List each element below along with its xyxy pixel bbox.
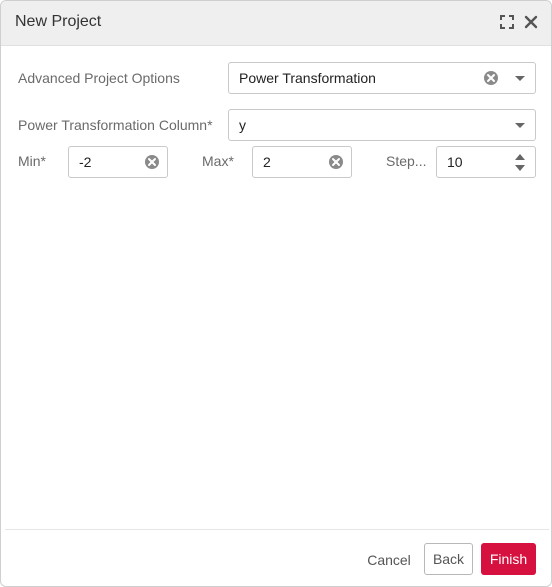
dialog-titlebar: New Project bbox=[1, 1, 551, 46]
advanced-options-value: Power Transformation bbox=[239, 70, 376, 86]
max-label: Max* bbox=[202, 153, 234, 169]
clear-icon[interactable] bbox=[144, 154, 160, 170]
min-value: -2 bbox=[79, 154, 92, 170]
step-label: Step... bbox=[386, 153, 427, 169]
finish-button[interactable]: Finish bbox=[481, 543, 536, 575]
step-input[interactable]: 10 bbox=[436, 146, 536, 178]
column-label: Power Transformation Column* bbox=[18, 117, 213, 133]
step-value: 10 bbox=[447, 154, 463, 170]
back-button[interactable]: Back bbox=[424, 543, 473, 575]
expand-icon[interactable] bbox=[499, 14, 515, 30]
cancel-button[interactable]: Cancel bbox=[359, 544, 419, 576]
max-input[interactable]: 2 bbox=[252, 146, 352, 178]
close-icon[interactable] bbox=[523, 14, 539, 30]
min-input[interactable]: -2 bbox=[68, 146, 168, 178]
advanced-options-label: Advanced Project Options bbox=[18, 70, 180, 86]
titlebar-actions bbox=[499, 14, 539, 30]
dialog-footer: Cancel Back Finish bbox=[5, 529, 549, 584]
column-value: y bbox=[239, 117, 246, 133]
min-label: Min* bbox=[18, 153, 47, 169]
dialog-title: New Project bbox=[15, 13, 102, 30]
max-value: 2 bbox=[263, 154, 271, 170]
clear-icon[interactable] bbox=[328, 154, 344, 170]
spinner-down-icon[interactable] bbox=[514, 164, 526, 172]
new-project-dialog: New Project Advanced Project Options Pow… bbox=[0, 0, 552, 587]
advanced-options-select[interactable]: Power Transformation bbox=[228, 62, 536, 94]
spinner-up-icon[interactable] bbox=[514, 153, 526, 161]
chevron-down-icon[interactable] bbox=[514, 75, 526, 82]
clear-icon[interactable] bbox=[483, 70, 499, 86]
column-select[interactable]: y bbox=[228, 109, 536, 141]
chevron-down-icon[interactable] bbox=[514, 122, 526, 129]
